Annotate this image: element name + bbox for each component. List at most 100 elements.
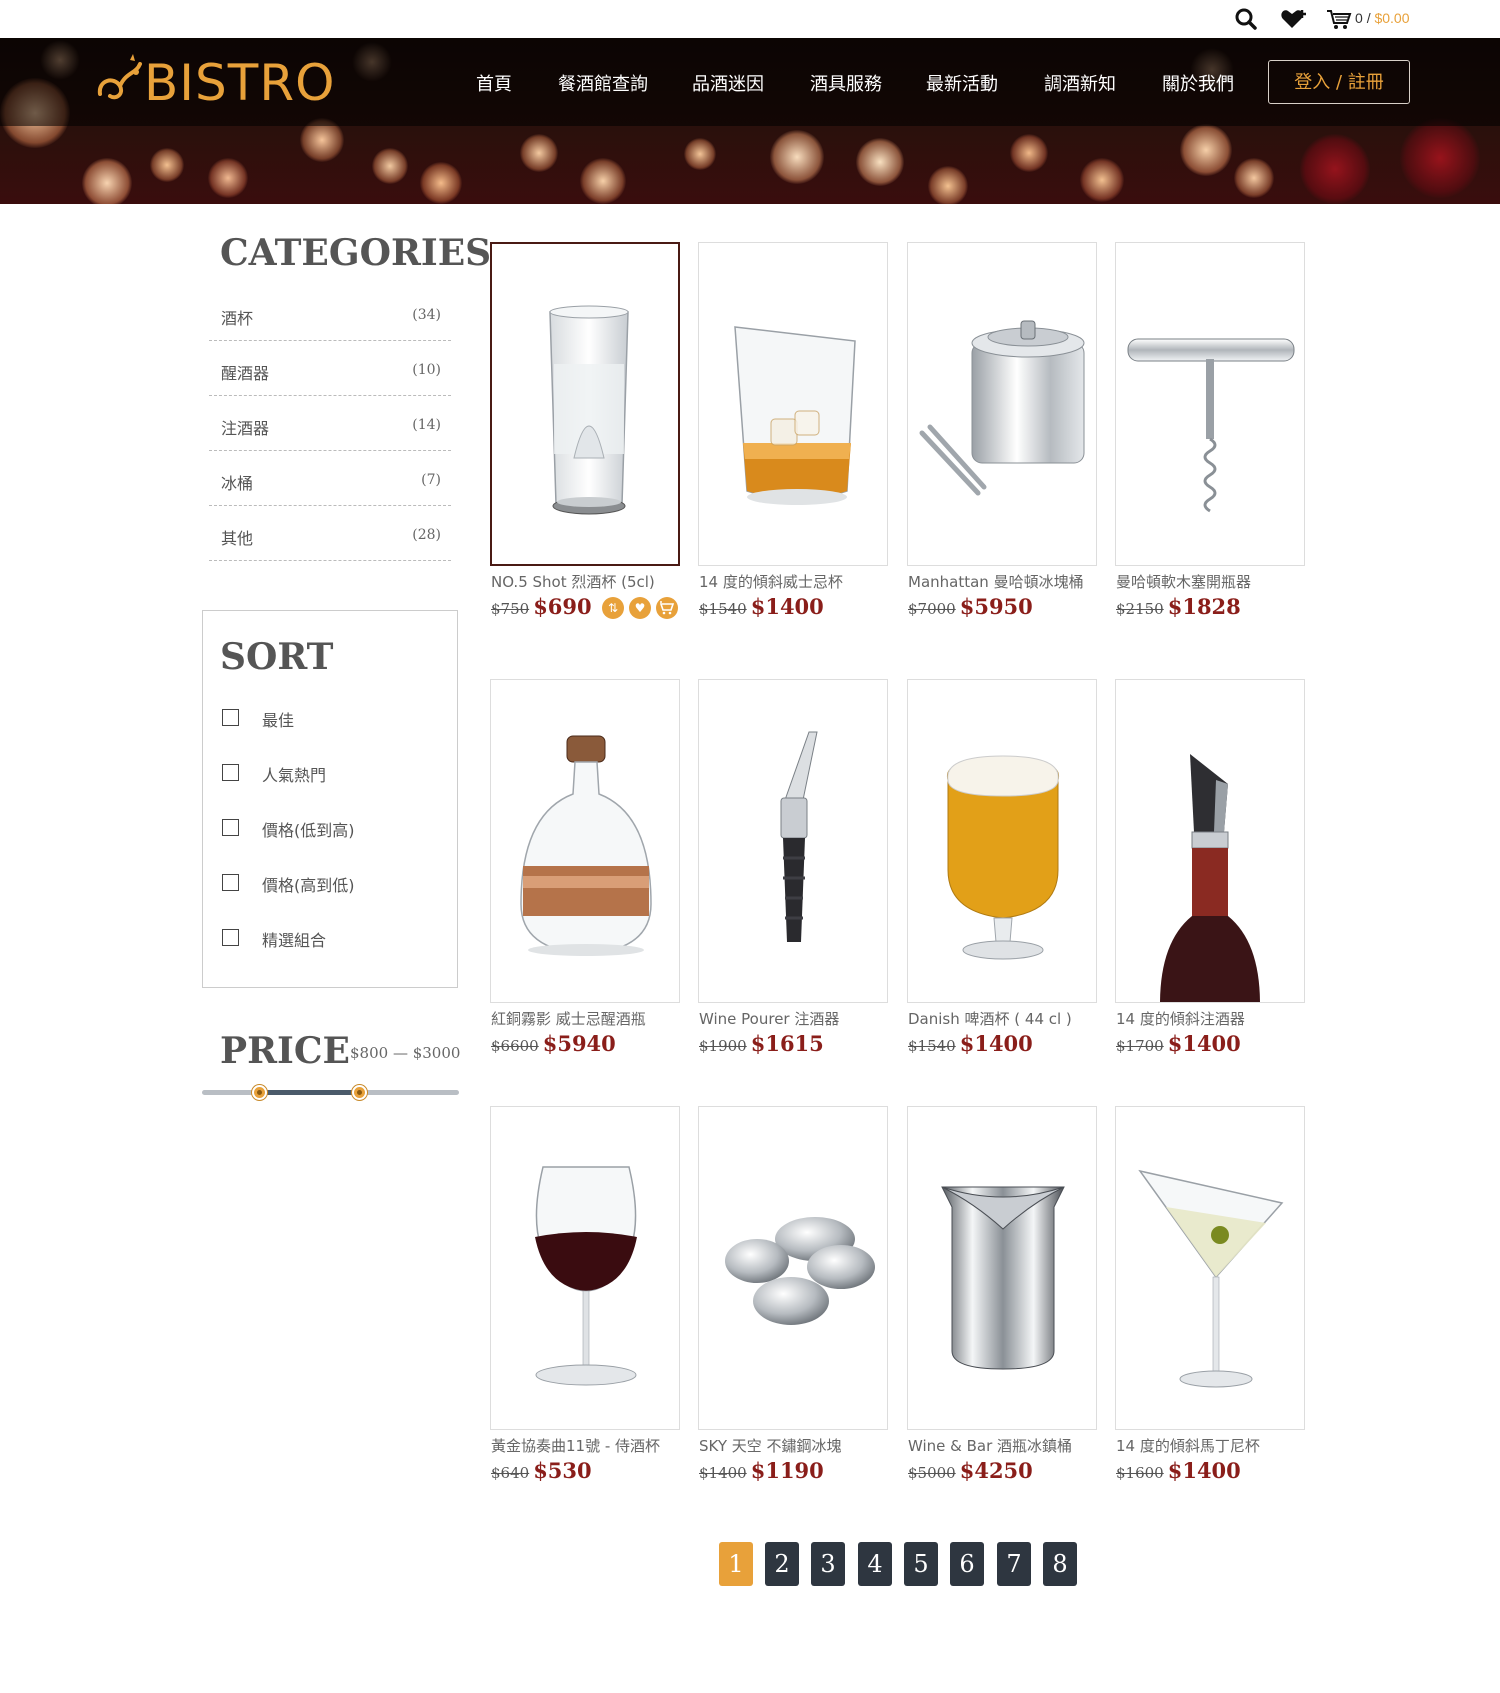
product-price: $1900 $1615 [699,1031,824,1056]
product-card-steel-ice-cubes[interactable] [698,1106,888,1430]
nav-about-us[interactable]: 關於我們 [1162,70,1234,96]
product-name[interactable]: Wine Pourer 注酒器 [699,1008,839,1029]
sort-option-label: 人氣熱門 [262,766,327,785]
sale-price: $1190 [750,1458,824,1483]
product-name[interactable]: 紅銅霧影 威士忌醒酒瓶 [491,1008,646,1029]
checkbox[interactable] [222,874,239,891]
product-card-ice-bucket[interactable] [907,242,1097,566]
category-item[interactable]: 其他 (28) [209,507,451,561]
product-price: $7000 $5950 [908,594,1033,619]
product-card-whisky-glass[interactable] [698,242,888,566]
product-name[interactable]: Manhattan 曼哈頓冰塊桶 [908,571,1084,592]
checkbox[interactable] [222,764,239,781]
price-slider-fill [258,1090,359,1095]
nav-wine-memes[interactable]: 品酒迷因 [692,70,764,96]
sale-price: $690 [533,594,592,619]
category-item[interactable]: 醒酒器 (10) [209,342,451,396]
wishlist-heart-icon[interactable] [1280,8,1308,30]
product-name[interactable]: SKY 天空 不鏽鋼冰塊 [699,1435,842,1456]
page-1-button[interactable]: 1 [719,1542,753,1586]
original-price: $2150 [1116,600,1164,618]
logo-swirl-icon [97,54,142,100]
compare-icon: ⇅ [607,601,619,615]
product-name[interactable]: 14 度的傾斜馬丁尼杯 [1116,1435,1260,1456]
sale-price: $530 [533,1458,592,1483]
sale-price: $1615 [750,1031,824,1056]
category-item[interactable]: 冰桶 (7) [209,452,451,506]
product-price: $1700 $1400 [1116,1031,1241,1056]
product-card-bottle-cooler[interactable] [907,1106,1097,1430]
price-title: PRICE [220,1030,350,1072]
price-slider-max-handle[interactable] [351,1085,367,1100]
sale-price: $1400 [750,594,824,619]
search-icon[interactable] [1234,8,1258,30]
checkbox[interactable] [222,929,239,946]
page-5-button[interactable]: 5 [904,1542,938,1586]
category-name: 其他 [221,529,254,548]
product-name[interactable]: NO.5 Shot 烈酒杯 (5cl) [491,571,655,592]
page-4-button[interactable]: 4 [858,1542,892,1586]
add-to-cart-button[interactable] [656,597,678,619]
price-range-label: $800 — $3000 [350,1044,461,1062]
categories-title: CATEGORIES [220,232,492,274]
page-7-button[interactable]: 7 [997,1542,1031,1586]
product-card-martini-glass[interactable] [1115,1106,1305,1430]
tilted-pourer-image [1160,754,1260,1002]
product-card-wine-glass[interactable] [490,1106,680,1430]
cart-summary[interactable]: 0 / $0.00 [1355,10,1410,26]
bistro-logo[interactable]: BISTRO [96,50,334,116]
product-card-copper-decanter[interactable] [490,679,680,1003]
product-card-wine-pourer[interactable] [698,679,888,1003]
category-count: (28) [412,527,441,543]
page-3-button[interactable]: 3 [811,1542,845,1586]
category-count: (34) [412,307,441,323]
wishlist-button[interactable]: ♥ [629,597,651,619]
product-card-tilted-pourer[interactable] [1115,679,1305,1003]
price-slider-min-handle[interactable] [251,1085,267,1100]
category-item[interactable]: 注酒器 (14) [209,397,451,451]
original-price: $1600 [1116,1464,1164,1482]
nav-home[interactable]: 首頁 [476,70,512,96]
nav-barware-service[interactable]: 酒具服務 [810,70,882,96]
copper-decanter-image [520,735,652,956]
cart-icon [659,601,675,615]
page-2-button[interactable]: 2 [765,1542,799,1586]
nav-restaurant-search[interactable]: 餐酒館查詢 [558,70,648,96]
checkbox[interactable] [222,709,239,726]
login-register-button[interactable]: 登入 / 註冊 [1268,60,1410,104]
page-6-button[interactable]: 6 [950,1542,984,1586]
product-name[interactable]: Danish 啤酒杯 ( 44 cl ) [908,1008,1072,1029]
original-price: $1540 [699,600,747,618]
heart-icon: ♥ [634,601,646,615]
steel-ice-cubes-image [725,1217,875,1325]
product-price: $1540 $1400 [908,1031,1033,1056]
header-hero: BISTRO 首頁 餐酒館查詢 品酒迷因 酒具服務 最新活動 調酒新知 關於我們… [0,38,1500,204]
checkbox[interactable] [222,819,239,836]
original-price: $5000 [908,1464,956,1482]
sort-option-label: 價格(高到低) [262,876,355,895]
product-name[interactable]: 黃金協奏曲11號 - 侍酒杯 [491,1435,660,1456]
cart-total: $0.00 [1374,10,1410,26]
product-name[interactable]: 14 度的傾斜注酒器 [1116,1008,1245,1029]
product-name[interactable]: 曼哈頓軟木塞開瓶器 [1116,571,1251,592]
page-8-button[interactable]: 8 [1043,1542,1077,1586]
ice-bucket-image [919,320,1085,496]
product-card-beer-glass[interactable] [907,679,1097,1003]
product-name[interactable]: Wine & Bar 酒瓶冰鎮桶 [908,1435,1072,1456]
category-item[interactable]: 酒杯 (34) [209,287,451,341]
nav-cocktail-news[interactable]: 調酒新知 [1044,70,1116,96]
sort-option-label: 價格(低到高) [262,821,355,840]
price-slider[interactable] [202,1085,459,1100]
top-bar: 0 / $0.00 [0,0,1500,38]
cart-icon[interactable] [1326,8,1352,30]
product-name[interactable]: 14 度的傾斜威士忌杯 [699,571,843,592]
nav-events[interactable]: 最新活動 [926,70,998,96]
product-card-corkscrew[interactable] [1115,242,1305,566]
corkscrew-image [1127,338,1295,513]
shot-glass-image [549,305,629,515]
product-price: $6600 $5940 [491,1031,616,1056]
compare-button[interactable]: ⇅ [602,597,624,619]
product-card-shot-glass[interactable] [490,242,680,566]
original-price: $1400 [699,1464,747,1482]
category-name: 冰桶 [221,474,254,493]
